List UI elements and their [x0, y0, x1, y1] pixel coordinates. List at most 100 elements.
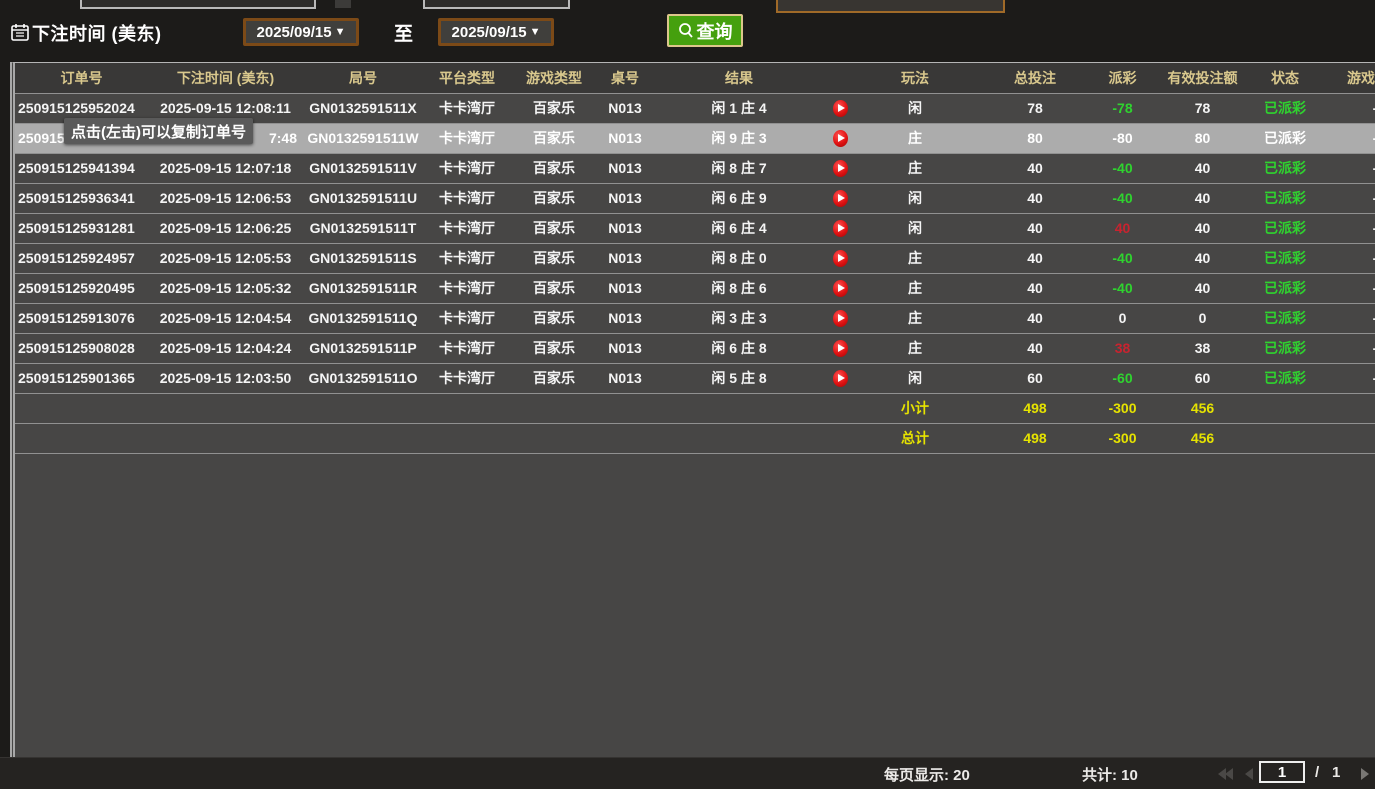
cell-play — [825, 243, 855, 273]
cell-empty — [653, 423, 825, 453]
play-video-icon[interactable] — [833, 340, 848, 357]
cell-payout: 38 — [1095, 333, 1150, 363]
play-video-icon[interactable] — [833, 250, 848, 267]
cell-payout: -40 — [1095, 183, 1150, 213]
cell-payout: -78 — [1095, 93, 1150, 123]
column-header-result: 结果 — [653, 63, 825, 93]
play-video-icon[interactable] — [833, 190, 848, 207]
cell-status: 已派彩 — [1255, 93, 1315, 123]
column-header-total-bet: 总投注 — [975, 63, 1095, 93]
total-row-payout: -300 — [1095, 423, 1150, 453]
cell-valid: 78 — [1150, 93, 1255, 123]
cell-status: 已派彩 — [1255, 333, 1315, 363]
next-page-button[interactable] — [1361, 767, 1369, 785]
cell-platform: 卡卡湾厅 — [423, 273, 511, 303]
cell-empty — [303, 393, 423, 423]
cell-empty — [597, 393, 653, 423]
cutoff-input-2[interactable] — [423, 0, 570, 9]
cell-bet: 庄 — [855, 243, 975, 273]
query-button[interactable]: 查询 — [667, 14, 743, 47]
to-date-picker[interactable]: 2025/09/15 ▼ — [438, 18, 554, 46]
subtotal-row-valid: 456 — [1150, 393, 1255, 423]
range-separator-label: 至 — [394, 19, 413, 46]
total-row: 总计498-300456 — [15, 423, 1375, 453]
cell-play — [825, 153, 855, 183]
cell-empty — [1255, 423, 1315, 453]
cell-table_no: N013 — [597, 333, 653, 363]
cell-payout: -40 — [1095, 153, 1150, 183]
cell-time: 2025-09-15 12:05:53 — [148, 243, 303, 273]
table-row[interactable]: 2509151259249572025-09-15 12:05:53GN0132… — [15, 243, 1375, 273]
cell-table_no: N013 — [597, 243, 653, 273]
cell-empty — [825, 393, 855, 423]
cell-table_no: N013 — [597, 303, 653, 333]
cell-status: 已派彩 — [1255, 273, 1315, 303]
cell-round: GN0132591511R — [303, 273, 423, 303]
calendar-icon — [11, 23, 29, 41]
cell-total: 80 — [975, 123, 1095, 153]
column-header-order-number: 订单号 — [15, 63, 148, 93]
column-header-status: 状态 — [1255, 63, 1315, 93]
column-header-play-type: 玩法 — [855, 63, 975, 93]
table-row[interactable]: 2509151259204952025-09-15 12:05:32GN0132… — [15, 273, 1375, 303]
double-left-arrow-icon — [1225, 768, 1233, 780]
cell-round: GN0132591511S — [303, 243, 423, 273]
search-icon — [678, 22, 695, 39]
table-row[interactable]: 2509151259080282025-09-15 12:04:24GN0132… — [15, 333, 1375, 363]
cell-platform: 卡卡湾厅 — [423, 183, 511, 213]
cell-bet: 庄 — [855, 303, 975, 333]
cell-round: GN0132591511U — [303, 183, 423, 213]
play-video-icon[interactable] — [833, 310, 848, 327]
play-video-icon[interactable] — [833, 100, 848, 117]
column-header-game-type: 游戏类型 — [511, 63, 597, 93]
play-video-icon[interactable] — [833, 280, 848, 297]
cutoff-checkbox[interactable] — [335, 0, 351, 8]
cell-valid: 80 — [1150, 123, 1255, 153]
cell-round: GN0132591511O — [303, 363, 423, 393]
table-row[interactable]: 2509151259363412025-09-15 12:06:53GN0132… — [15, 183, 1375, 213]
cell-game: 百家乐 — [511, 273, 597, 303]
cell-mode: - — [1315, 303, 1375, 333]
table-row[interactable]: 2509151259130762025-09-15 12:04:54GN0132… — [15, 303, 1375, 333]
play-video-icon[interactable] — [833, 370, 848, 387]
cell-result: 闲 9 庄 3 — [653, 123, 825, 153]
cell-bet: 闲 — [855, 213, 975, 243]
cell-platform: 卡卡湾厅 — [423, 363, 511, 393]
column-header-table-number: 桌号 — [597, 63, 653, 93]
cell-valid: 40 — [1150, 213, 1255, 243]
cell-order: 250915125908028 — [15, 333, 148, 363]
play-video-icon[interactable] — [833, 130, 848, 147]
cell-platform: 卡卡湾厅 — [423, 303, 511, 333]
first-page-button[interactable] — [1218, 767, 1233, 785]
cell-game: 百家乐 — [511, 123, 597, 153]
cutoff-input-1[interactable] — [80, 0, 316, 9]
cell-valid: 40 — [1150, 243, 1255, 273]
cell-order: 250915125920495 — [15, 273, 148, 303]
dropdown-arrow-icon: ▼ — [530, 26, 541, 38]
cell-valid: 38 — [1150, 333, 1255, 363]
play-video-icon[interactable] — [833, 160, 848, 177]
cell-time: 2025-09-15 12:04:54 — [148, 303, 303, 333]
from-date-picker[interactable]: 2025/09/15 ▼ — [243, 18, 359, 46]
cell-game: 百家乐 — [511, 333, 597, 363]
prev-page-button[interactable] — [1245, 767, 1253, 785]
table-row[interactable]: 2509151259013652025-09-15 12:03:50GN0132… — [15, 363, 1375, 393]
cell-empty — [15, 393, 148, 423]
cell-table_no: N013 — [597, 363, 653, 393]
cell-payout: -40 — [1095, 243, 1150, 273]
cutoff-dropdown[interactable] — [776, 0, 1005, 13]
current-page-input[interactable] — [1259, 761, 1305, 783]
cell-total: 40 — [975, 153, 1095, 183]
cell-valid: 40 — [1150, 183, 1255, 213]
table-row[interactable]: 2509151259312812025-09-15 12:06:25GN0132… — [15, 213, 1375, 243]
cell-total: 40 — [975, 243, 1095, 273]
cell-empty — [15, 423, 148, 453]
cell-bet: 庄 — [855, 273, 975, 303]
cell-table_no: N013 — [597, 123, 653, 153]
table-row[interactable]: 2509151259413942025-09-15 12:07:18GN0132… — [15, 153, 1375, 183]
cell-mode: - — [1315, 123, 1375, 153]
cell-mode: - — [1315, 333, 1375, 363]
play-video-icon[interactable] — [833, 220, 848, 237]
cell-time: 2025-09-15 12:03:50 — [148, 363, 303, 393]
record-count-value: 10 — [1121, 767, 1138, 784]
